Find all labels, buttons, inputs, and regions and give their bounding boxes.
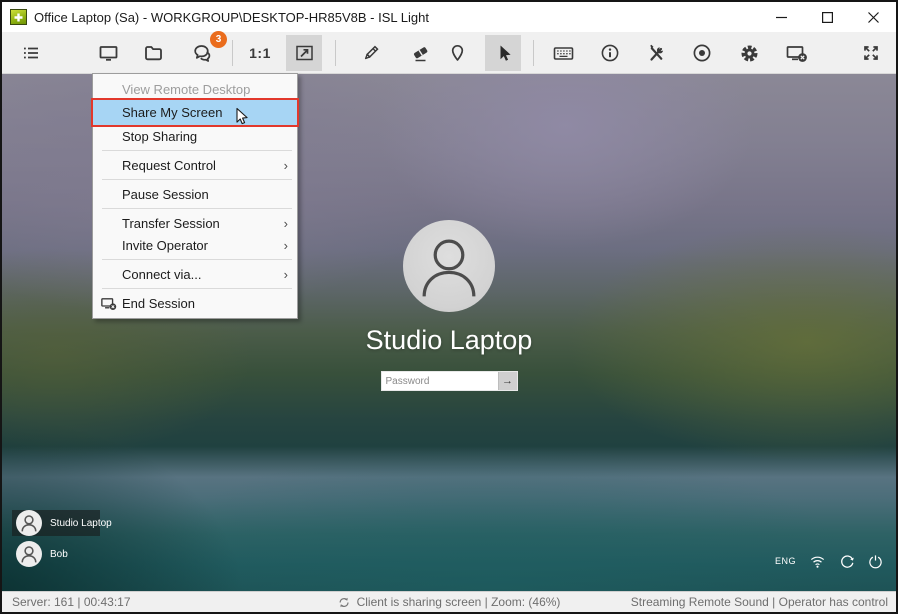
menu-item-connect-via[interactable]: Connect via... ›: [93, 263, 297, 285]
wifi-icon[interactable]: [809, 554, 826, 569]
status-bar: Server: 161 | 00:43:17 Client is sharing…: [2, 591, 896, 612]
avatar: [16, 510, 42, 536]
settings-button[interactable]: [731, 35, 767, 71]
actual-size-button[interactable]: 1:1: [242, 35, 278, 71]
draw-button[interactable]: [352, 35, 388, 71]
minimize-button[interactable]: [758, 2, 804, 32]
close-button[interactable]: [850, 2, 896, 32]
language-indicator[interactable]: ENG: [775, 556, 796, 566]
end-session-icon: [99, 295, 119, 311]
chat-button[interactable]: 3: [185, 35, 221, 71]
power-icon[interactable]: [868, 554, 883, 569]
user-row-bob[interactable]: Bob: [14, 541, 112, 567]
folder-icon: [143, 43, 164, 63]
info-button[interactable]: [592, 35, 628, 71]
window-title: Office Laptop (Sa) - WORKGROUP\DESKTOP-H…: [34, 10, 429, 25]
one-to-one-label: 1:1: [249, 45, 271, 61]
user-icon: [16, 510, 42, 536]
pointer-pin-icon: [448, 43, 467, 64]
end-session-button[interactable]: [779, 35, 815, 71]
submenu-arrow-icon: ›: [284, 158, 288, 173]
app-icon: [10, 9, 27, 25]
sharing-status: Client is sharing screen | Zoom: (46%): [338, 595, 561, 609]
pencil-icon: [360, 43, 381, 64]
pointer-button[interactable]: [439, 35, 475, 71]
menu-separator: [102, 179, 292, 180]
title-bar: Office Laptop (Sa) - WORKGROUP\DESKTOP-H…: [2, 2, 896, 32]
record-button[interactable]: [684, 35, 720, 71]
tools-button[interactable]: [638, 35, 674, 71]
menu-list-icon: [21, 43, 41, 63]
cursor-icon: [494, 43, 513, 64]
maximize-button[interactable]: [804, 2, 850, 32]
submenu-arrow-icon: ›: [284, 267, 288, 282]
user-icon: [16, 541, 42, 567]
menu-separator: [102, 288, 292, 289]
server-session-info: Server: 161 | 00:43:17: [12, 595, 131, 609]
end-session-monitor-icon: [785, 43, 810, 64]
settings-icon: [739, 43, 760, 64]
menu-separator: [102, 150, 292, 151]
scale-fit-icon: [294, 43, 315, 63]
menu-item-invite-operator[interactable]: Invite Operator ›: [93, 234, 297, 256]
toolbar: 3 1:1: [2, 32, 896, 74]
session-dropdown-menu: View Remote Desktop Share My Screen Stop…: [92, 73, 298, 319]
info-icon: [600, 43, 620, 63]
submenu-arrow-icon: ›: [284, 238, 288, 253]
menu-list-button[interactable]: [13, 35, 49, 71]
menu-item-share-my-screen[interactable]: Share My Screen: [93, 100, 297, 125]
erase-button[interactable]: [402, 35, 438, 71]
menu-item-pause-session[interactable]: Pause Session: [93, 183, 297, 205]
monitor-icon: [98, 43, 119, 63]
toolbar-separator: [232, 40, 233, 66]
isl-light-window: Office Laptop (Sa) - WORKGROUP\DESKTOP-H…: [0, 0, 898, 614]
fullscreen-button[interactable]: [853, 35, 889, 71]
remote-user-list: Studio Laptop Bob: [14, 505, 112, 567]
menu-item-view-remote-desktop: View Remote Desktop: [93, 78, 297, 100]
chat-icon: [192, 43, 214, 64]
user-name: Bob: [50, 549, 68, 560]
submenu-arrow-icon: ›: [284, 216, 288, 231]
keyboard-icon: [552, 43, 575, 63]
menu-item-request-control[interactable]: Request Control ›: [93, 154, 297, 176]
eraser-icon: [410, 43, 431, 64]
sync-icon: [338, 596, 351, 609]
stream-control-status: Streaming Remote Sound | Operator has co…: [631, 595, 888, 609]
tools-icon: [646, 43, 667, 64]
menu-separator: [102, 208, 292, 209]
chat-badge: 3: [210, 31, 227, 48]
user-icon: [403, 220, 495, 312]
password-submit-button[interactable]: →: [498, 372, 517, 390]
file-transfer-button[interactable]: [135, 35, 171, 71]
menu-item-end-session[interactable]: End Session: [93, 292, 297, 314]
toolbar-separator: [533, 40, 534, 66]
cursor-button[interactable]: [485, 35, 521, 71]
ease-of-access-icon[interactable]: [839, 553, 855, 569]
remote-username: Studio Laptop: [299, 325, 599, 356]
password-row: →: [381, 371, 518, 391]
user-row-studio-laptop[interactable]: Studio Laptop: [14, 510, 112, 536]
sharing-status-text: Client is sharing screen | Zoom: (46%): [357, 595, 561, 609]
avatar: [16, 541, 42, 567]
menu-separator: [102, 259, 292, 260]
password-input[interactable]: [382, 372, 498, 390]
menu-item-transfer-session[interactable]: Transfer Session ›: [93, 212, 297, 234]
scale-fit-button[interactable]: [286, 35, 322, 71]
remote-system-tray: ENG: [775, 553, 883, 569]
view-remote-desktop-button[interactable]: [90, 35, 126, 71]
menu-item-stop-sharing[interactable]: Stop Sharing: [93, 125, 297, 147]
keyboard-button[interactable]: [545, 35, 581, 71]
toolbar-separator: [335, 40, 336, 66]
remote-login-panel: Studio Laptop →: [299, 220, 599, 391]
mouse-cursor-icon: [234, 107, 251, 127]
fullscreen-icon: [861, 43, 881, 63]
avatar: [403, 220, 495, 312]
user-name: Studio Laptop: [50, 518, 112, 529]
record-icon: [692, 43, 712, 63]
